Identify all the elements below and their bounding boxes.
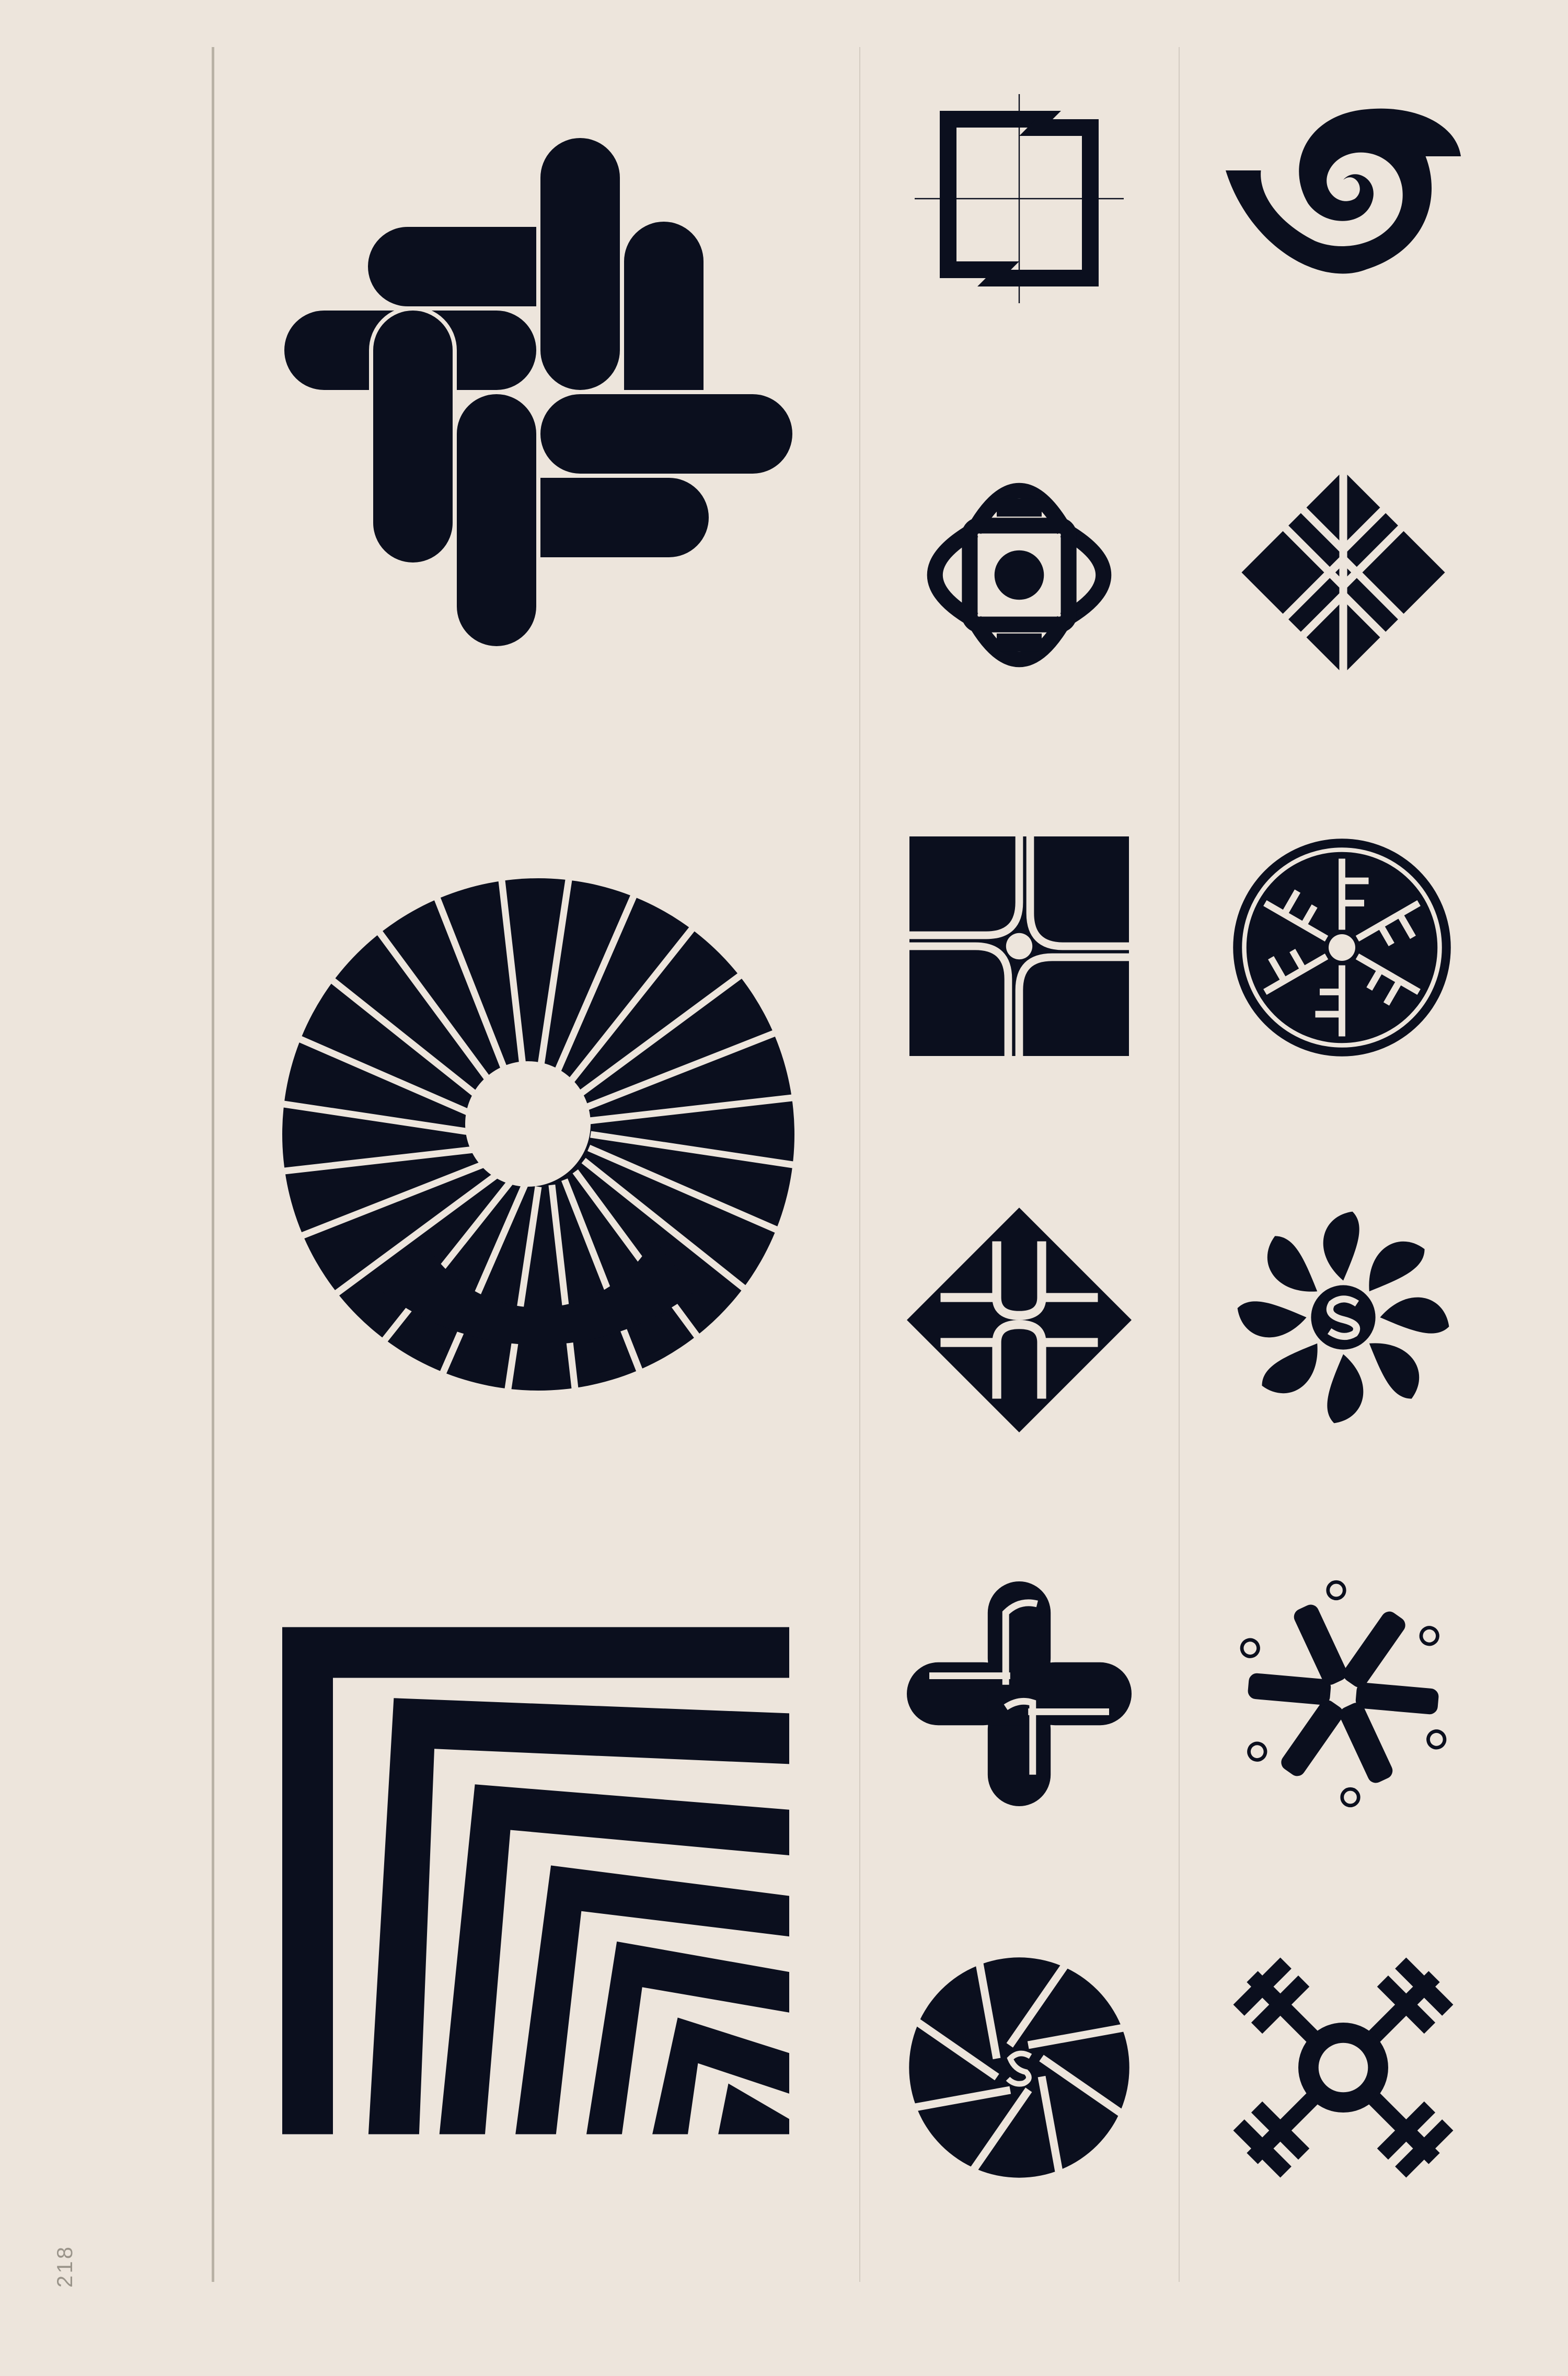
logo-corner-stripes [282,1626,789,2136]
logo-diamond-s-knot [907,1208,1132,1432]
circle-f-rosette-icon [1233,839,1451,1057]
column-rule-1 [859,47,860,2282]
looped-quatrefoil-icon [927,483,1112,668]
logo-sunburst-ring [277,873,800,1396]
interlocking-rounded-bars-icon [280,134,797,650]
logo-s-petals [1228,1202,1458,1432]
aperture-shutter-icon [909,1957,1129,2178]
logo-square-pinwheel [909,836,1129,1056]
logo-diamond-m [1231,460,1456,685]
s-cross-knot-icon [907,1581,1132,1806]
left-margin-rule [212,47,214,2282]
diamond-m-pattern-icon [1241,460,1445,685]
column-rule-2 [1179,47,1180,2282]
rotating-arrows-crosshair-icon [915,94,1124,303]
logo-s-cross [907,1581,1132,1806]
nested-corner-stripes-icon [282,1627,789,2134]
logo-quatrefoil [907,460,1132,690]
diamond-s-knot-icon [907,1208,1132,1432]
logo-interlocking-bars [277,131,800,653]
s-petal-flower-icon [1237,1211,1449,1424]
logo-f-rosette [1231,836,1453,1059]
square-pinwheel-icon [909,836,1129,1056]
logo-rotating-arrows [907,94,1132,303]
logo-spiral [1226,105,1461,293]
sun-cross-icon [1233,1957,1454,2178]
logo-aperture [907,1955,1132,2180]
radial-sunburst-ring-icon [277,873,800,1396]
logo-triskelion [1226,1576,1461,1811]
triskelion-spokes-icon [1240,1580,1447,1808]
logo-sun-cross [1231,1955,1456,2180]
spiral-swirl-icon [1226,108,1461,274]
page-number: 218 [52,2244,77,2288]
